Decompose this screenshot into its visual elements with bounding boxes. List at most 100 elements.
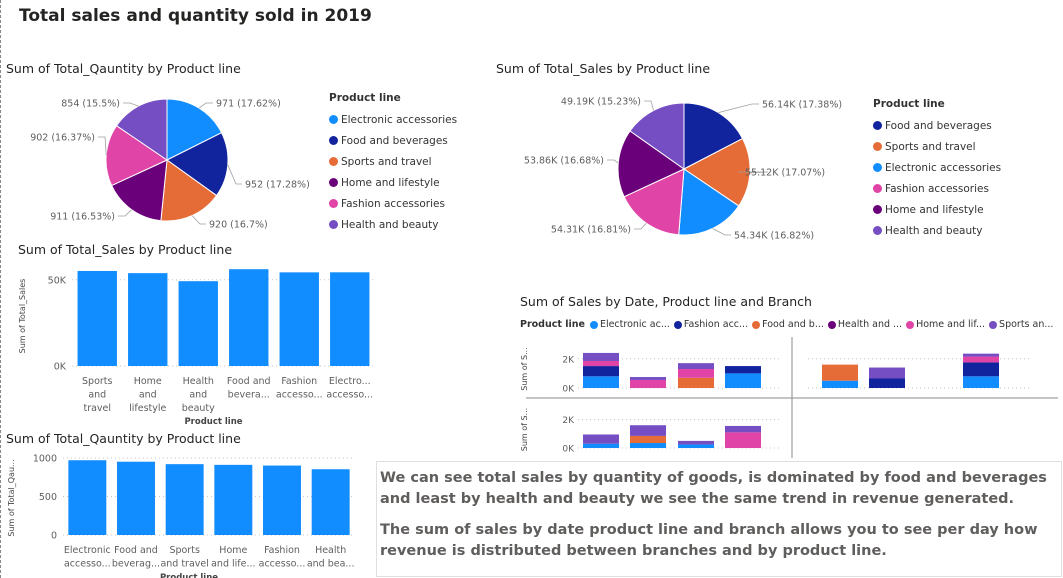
stacked-bar-segment[interactable] <box>583 434 619 444</box>
legend-item[interactable]: Health and beauty <box>873 220 1001 241</box>
stacked-bar-segment[interactable] <box>678 363 714 369</box>
pie-qty-legend: Product line Electronic accessories Food … <box>329 92 457 235</box>
x-tick-label: lifestyle <box>129 403 166 414</box>
x-axis-title: Product line <box>184 417 242 427</box>
bar-sales-title: Sum of Total_Sales by Product line <box>18 242 233 257</box>
legend-dot <box>873 184 882 193</box>
x-tick-label: beverag... <box>112 559 160 570</box>
bar[interactable] <box>128 273 168 366</box>
y-tick-label: 0K <box>562 385 575 395</box>
stacked-bar-segment[interactable] <box>583 376 619 388</box>
stacked-bar-segment[interactable] <box>963 376 999 388</box>
stacked-bar-segment[interactable] <box>822 364 858 381</box>
legend-item[interactable]: Health and beauty <box>329 214 457 235</box>
legend-item[interactable]: Food and b... <box>752 319 824 330</box>
stacked-bar-segment[interactable] <box>725 432 761 448</box>
legend-item[interactable]: Food and beverages <box>329 130 457 151</box>
legend-item[interactable]: Electronic accessories <box>329 109 457 130</box>
stacked-bar-segment[interactable] <box>583 443 619 448</box>
bar[interactable] <box>311 469 350 535</box>
x-tick-label: and <box>139 390 157 401</box>
stacked-bar-segment[interactable] <box>869 378 905 389</box>
x-tick-label: Home <box>219 545 247 556</box>
legend-dot <box>873 121 882 130</box>
pie-sales-legend: Product line Food and beverages Sports an… <box>873 98 1001 241</box>
stacked-bar-segment[interactable] <box>630 425 666 436</box>
legend-label: Fashion acc... <box>683 319 749 330</box>
small-multiples-chart[interactable]: 0K 2K Sum of S... 0K 2K Sum of S... <box>0 0 1058 458</box>
pie-data-label: 902 (16.37%) <box>30 133 95 144</box>
x-tick-label: Food and <box>227 376 271 387</box>
bar[interactable] <box>178 281 218 366</box>
x-tick-label: Sports <box>82 376 113 387</box>
x-tick-label: beauty <box>182 403 215 414</box>
pie-leader-line <box>118 209 132 217</box>
legend-item[interactable]: Home and lifestyle <box>329 172 457 193</box>
stacked-bar-segment[interactable] <box>725 373 761 388</box>
stacked-bar-segment[interactable] <box>869 367 905 379</box>
stacked-bar-segment[interactable] <box>630 377 666 380</box>
legend-item[interactable]: Health and ... <box>827 319 902 330</box>
legend-item[interactable]: Electronic accessories <box>873 157 1001 178</box>
legend-dot <box>329 136 338 145</box>
stacked-bar-segment[interactable] <box>630 443 666 448</box>
stacked-bar-segment[interactable] <box>725 425 761 433</box>
x-tick-label: travel <box>83 403 111 414</box>
stacked-bar-segment[interactable] <box>678 444 714 448</box>
x-tick-label: and travel <box>160 559 208 570</box>
bar[interactable] <box>263 465 301 535</box>
bar[interactable] <box>214 464 253 535</box>
stacked-bar-segment[interactable] <box>678 369 714 378</box>
pie-leader-line <box>718 103 759 113</box>
legend-item[interactable]: Fashion accessories <box>329 193 457 214</box>
x-tick-label: accesso... <box>64 559 111 570</box>
pie-data-label: 971 (17.62%) <box>216 99 281 110</box>
legend-item[interactable]: Sports and travel <box>329 151 457 172</box>
legend-item[interactable]: Sports and travel <box>873 136 1001 157</box>
y-tick-label: 2K <box>562 355 575 365</box>
stacked-bar-segment[interactable] <box>963 353 999 357</box>
pie-data-label: 920 (16.7%) <box>209 220 268 231</box>
x-tick-label: and bea... <box>307 559 355 570</box>
stacked-bar-segment[interactable] <box>963 362 999 377</box>
stacked-bar-segment[interactable] <box>583 352 619 361</box>
pie-leader-line <box>712 228 731 236</box>
insight-paragraph-2: The sum of sales by date product line an… <box>380 522 1038 559</box>
legend-dot <box>329 178 338 187</box>
stacked-bar-segment[interactable] <box>678 440 714 445</box>
pie-data-label: 55.12K (17.07%) <box>745 168 825 179</box>
insight-textbox: We can see total sales by quantity of go… <box>376 461 1062 577</box>
stacked-bar-segment[interactable] <box>630 379 666 388</box>
stacked-bar-segment[interactable] <box>678 377 714 388</box>
stacked-bar-segment[interactable] <box>583 360 619 367</box>
legend-dot <box>873 142 882 151</box>
bar[interactable] <box>229 269 269 366</box>
legend-item[interactable]: Home and lif... <box>906 319 985 330</box>
pie-leader-line <box>123 102 139 107</box>
bar[interactable] <box>68 460 107 535</box>
stacked-bar-segment[interactable] <box>630 435 666 444</box>
pie-data-label: 911 (16.53%) <box>50 212 115 223</box>
stacked-bar-segment[interactable] <box>822 380 858 388</box>
legend-label: Home and lif... <box>916 319 986 330</box>
stacked-bar-segment[interactable] <box>725 366 761 374</box>
y-tick-label: 0K <box>562 445 575 455</box>
stacked-bar-segment[interactable] <box>963 356 999 363</box>
legend-item[interactable]: Electronic ac... <box>589 319 670 330</box>
legend-item[interactable]: Food and beverages <box>873 115 1001 136</box>
bar[interactable] <box>279 272 319 366</box>
legend-dot <box>329 199 338 208</box>
legend-dot <box>329 157 338 166</box>
bar[interactable] <box>117 461 155 535</box>
legend-label: Fashion accessories <box>885 182 989 195</box>
legend-item[interactable]: Home and lifestyle <box>873 199 1001 220</box>
legend-item[interactable]: Sports an... <box>989 319 1053 330</box>
bar[interactable] <box>165 464 204 535</box>
legend-item[interactable]: Fashion acc... <box>673 319 749 330</box>
stacked-bar-segment[interactable] <box>583 366 619 377</box>
bar[interactable] <box>77 270 117 366</box>
x-tick-label: bevera... <box>228 390 270 401</box>
bar[interactable] <box>330 272 370 366</box>
legend-item[interactable]: Fashion accessories <box>873 178 1001 199</box>
pie-data-label: 53.86K (16.68%) <box>524 156 604 167</box>
